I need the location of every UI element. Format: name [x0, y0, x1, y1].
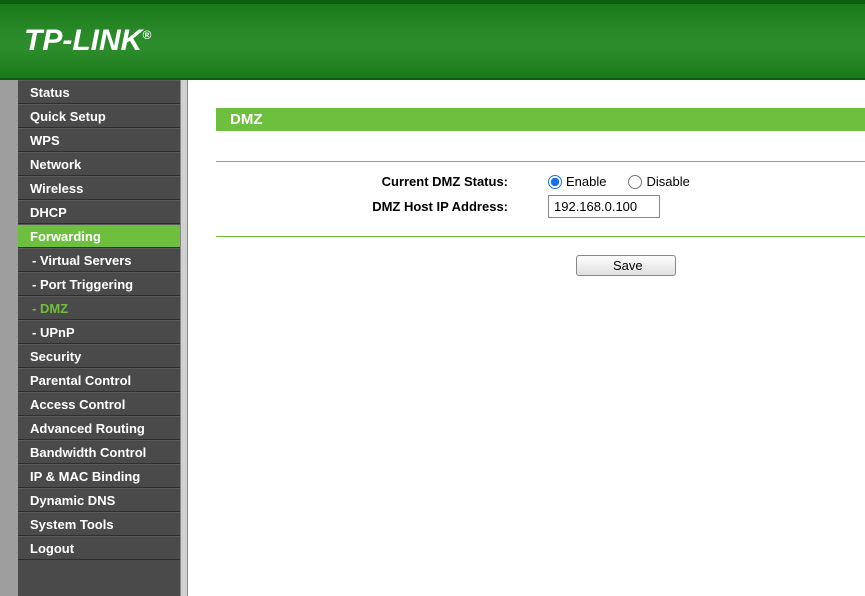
- label-dmz-status: Current DMZ Status:: [216, 174, 516, 189]
- header: TP-LINK®: [0, 0, 865, 80]
- radio-enable[interactable]: [548, 175, 562, 189]
- sidebar-item-dynamic-dns[interactable]: Dynamic DNS: [18, 488, 180, 512]
- sidebar-item-system-tools[interactable]: System Tools: [18, 512, 180, 536]
- radio-disable-label: Disable: [646, 174, 689, 189]
- separator-top: [216, 161, 865, 162]
- radio-enable-wrap[interactable]: Enable: [548, 174, 606, 189]
- sidebar-item-port-triggering[interactable]: - Port Triggering: [18, 272, 180, 296]
- radio-enable-label: Enable: [566, 174, 606, 189]
- row-dmz-host: DMZ Host IP Address:: [216, 195, 865, 218]
- separator-bottom: [216, 236, 865, 237]
- container: StatusQuick SetupWPSNetworkWirelessDHCPF…: [0, 80, 865, 596]
- brand-text: TP-LINK: [24, 24, 142, 57]
- sidebar-item-ip-mac-binding[interactable]: IP & MAC Binding: [18, 464, 180, 488]
- save-button[interactable]: Save: [576, 255, 676, 276]
- brand-logo: TP-LINK®: [24, 24, 151, 58]
- sidebar-item-quick-setup[interactable]: Quick Setup: [18, 104, 180, 128]
- radio-disable[interactable]: [628, 175, 642, 189]
- sidebar-item-dmz[interactable]: - DMZ: [18, 296, 180, 320]
- sidebar-item-upnp[interactable]: - UPnP: [18, 320, 180, 344]
- sidebar-item-access-control[interactable]: Access Control: [18, 392, 180, 416]
- sidebar: StatusQuick SetupWPSNetworkWirelessDHCPF…: [18, 80, 180, 596]
- sidebar-item-parental-control[interactable]: Parental Control: [18, 368, 180, 392]
- sidebar-item-wps[interactable]: WPS: [18, 128, 180, 152]
- sidebar-item-wireless[interactable]: Wireless: [18, 176, 180, 200]
- sidebar-item-network[interactable]: Network: [18, 152, 180, 176]
- brand-registered: ®: [142, 28, 151, 42]
- radio-disable-wrap[interactable]: Disable: [628, 174, 689, 189]
- content: DMZ Current DMZ Status: Enable Disable D…: [188, 80, 865, 596]
- sidebar-item-security[interactable]: Security: [18, 344, 180, 368]
- input-dmz-host-ip[interactable]: [548, 195, 660, 218]
- field-dmz-status: Enable Disable: [516, 174, 865, 189]
- sidebar-item-logout[interactable]: Logout: [18, 536, 180, 560]
- vertical-divider: [180, 80, 188, 596]
- sidebar-item-advanced-routing[interactable]: Advanced Routing: [18, 416, 180, 440]
- field-dmz-host: [516, 195, 865, 218]
- left-gutter: [0, 80, 18, 596]
- sidebar-item-status[interactable]: Status: [18, 80, 180, 104]
- sidebar-item-bandwidth-control[interactable]: Bandwidth Control: [18, 440, 180, 464]
- button-row: Save: [216, 255, 865, 276]
- sidebar-item-forwarding[interactable]: Forwarding: [18, 224, 180, 248]
- row-dmz-status: Current DMZ Status: Enable Disable: [216, 174, 865, 189]
- content-pane: DMZ Current DMZ Status: Enable Disable D…: [216, 108, 865, 276]
- label-dmz-host: DMZ Host IP Address:: [216, 199, 516, 214]
- sidebar-item-dhcp[interactable]: DHCP: [18, 200, 180, 224]
- sidebar-item-virtual-servers[interactable]: - Virtual Servers: [18, 248, 180, 272]
- page-title: DMZ: [216, 108, 865, 131]
